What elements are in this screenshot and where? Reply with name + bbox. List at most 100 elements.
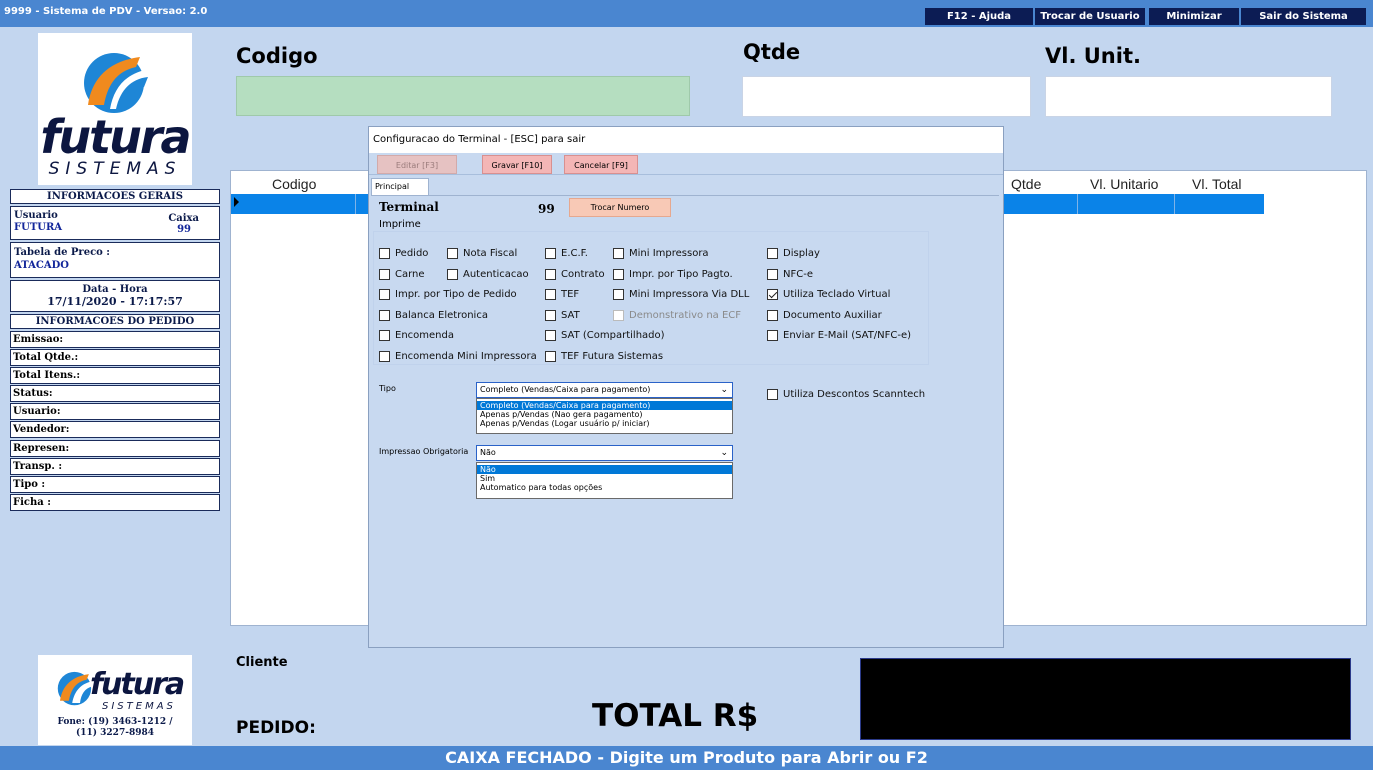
- tipo-option[interactable]: Apenas p/Vendas (Nao gera pagamento): [477, 410, 732, 419]
- impressao-option[interactable]: Automatico para todas opções: [477, 483, 732, 492]
- grid-header-vltotal: Vl. Total: [1192, 176, 1242, 192]
- checkbox-label: E.C.F.: [561, 248, 588, 259]
- checkbox-teclado-virtual[interactable]: Utiliza Teclado Virtual: [767, 289, 890, 300]
- checkbox-box[interactable]: [613, 248, 624, 259]
- cliente-label: Cliente: [236, 655, 288, 670]
- change-user-button[interactable]: Trocar de Usuario: [1035, 8, 1145, 25]
- checkbox-nfce[interactable]: NFC-e: [767, 269, 813, 280]
- checkbox-box[interactable]: [379, 330, 390, 341]
- checkbox-display[interactable]: Display: [767, 248, 820, 259]
- vlunit-input[interactable]: [1045, 76, 1332, 117]
- checkbox-sat-compartilhado[interactable]: SAT (Compartilhado): [545, 330, 665, 341]
- total-label: TOTAL R$: [592, 698, 759, 734]
- checkbox-box[interactable]: [613, 269, 624, 280]
- qtde-input[interactable]: [742, 76, 1031, 117]
- gravar-button[interactable]: Gravar [F10]: [482, 155, 552, 174]
- checkbox-impr-tipo-pagto[interactable]: Impr. por Tipo Pagto.: [613, 269, 733, 280]
- checkbox-carne[interactable]: Carne: [379, 269, 425, 280]
- minimize-button[interactable]: Minimizar: [1149, 8, 1239, 25]
- checkbox-autenticacao[interactable]: Autenticacao: [447, 269, 529, 280]
- checkbox-mini-impressora-dll[interactable]: Mini Impressora Via DLL: [613, 289, 749, 300]
- checkbox-balanca[interactable]: Balanca Eletronica: [379, 310, 488, 321]
- checkbox-mini-impressora[interactable]: Mini Impressora: [613, 248, 709, 259]
- checkbox-label: Utiliza Teclado Virtual: [783, 289, 891, 300]
- impressao-option[interactable]: Sim: [477, 474, 732, 483]
- checkbox-label: Demonstrativo na ECF: [629, 310, 742, 321]
- checkbox-box[interactable]: [447, 248, 458, 259]
- checkbox-encomenda-mini[interactable]: Encomenda Mini Impressora: [379, 351, 537, 362]
- checkbox-box[interactable]: [545, 289, 556, 300]
- checkbox-box[interactable]: [545, 330, 556, 341]
- checkbox-label: Encomenda: [395, 330, 454, 341]
- checkbox-box[interactable]: [379, 289, 390, 300]
- checkbox-box[interactable]: [767, 289, 778, 300]
- checkbox-box[interactable]: [545, 269, 556, 280]
- logo-tagline: SISTEMAS: [48, 159, 182, 179]
- left-panel: futura SISTEMAS INFORMACOES GERAIS Usuar…: [0, 27, 230, 745]
- checkbox-box[interactable]: [447, 269, 458, 280]
- order-field-status: Status:: [10, 385, 220, 402]
- codigo-label: Codigo: [236, 44, 318, 68]
- checkbox-box[interactable]: [545, 248, 556, 259]
- checkbox-box[interactable]: [767, 310, 778, 321]
- grid-header-qtde: Qtde: [1011, 176, 1042, 192]
- checkbox-box[interactable]: [379, 248, 390, 259]
- tipo-select[interactable]: Completo (Vendas/Caixa para pagamento) ⌄: [476, 382, 733, 398]
- checkbox-box[interactable]: [767, 389, 778, 400]
- checkbox-box[interactable]: [379, 310, 390, 321]
- checkbox-pedido[interactable]: Pedido: [379, 248, 428, 259]
- grid-column-divider: [355, 194, 356, 214]
- tab-principal[interactable]: Principal: [371, 178, 429, 196]
- help-button[interactable]: F12 - Ajuda: [925, 8, 1033, 25]
- exit-system-button[interactable]: Sair do Sistema: [1241, 8, 1366, 25]
- qtde-label: Qtde: [743, 40, 801, 64]
- checkbox-box[interactable]: [767, 330, 778, 341]
- cancelar-button[interactable]: Cancelar [F9]: [564, 155, 638, 174]
- checkbox-enviar-email[interactable]: Enviar E-Mail (SAT/NFC-e): [767, 330, 911, 341]
- editar-button[interactable]: Editar [F3]: [377, 155, 457, 174]
- checkbox-box[interactable]: [545, 351, 556, 362]
- checkbox-impr-tipo-pedido[interactable]: Impr. por Tipo de Pedido: [379, 289, 517, 300]
- checkbox-label: Pedido: [395, 248, 429, 259]
- tipo-dropdown-list[interactable]: Completo (Vendas/Caixa para pagamento) A…: [476, 398, 733, 434]
- impressao-select[interactable]: Não ⌄: [476, 445, 733, 461]
- checkbox-documento-auxiliar[interactable]: Documento Auxiliar: [767, 310, 882, 321]
- impressao-selected-value: Não: [480, 448, 496, 457]
- futura-logo: futura SISTEMAS: [38, 33, 192, 185]
- checkbox-tef[interactable]: TEF: [545, 289, 579, 300]
- checkbox-box[interactable]: [767, 248, 778, 259]
- checkbox-label: NFC-e: [783, 269, 813, 280]
- trocar-numero-button[interactable]: Trocar Numero: [569, 198, 671, 217]
- order-field-vendedor: Vendedor:: [10, 421, 220, 438]
- logo-wordmark: futura: [40, 110, 191, 164]
- usuario-label: Usuario: [14, 210, 58, 221]
- checkbox-box[interactable]: [545, 310, 556, 321]
- checkbox-encomenda[interactable]: Encomenda: [379, 330, 454, 341]
- tipo-selected-value: Completo (Vendas/Caixa para pagamento): [480, 385, 651, 394]
- tipo-option[interactable]: Apenas p/Vendas (Logar usuário p/ inicia…: [477, 419, 732, 428]
- checkbox-sat[interactable]: SAT: [545, 310, 580, 321]
- chevron-down-icon: ⌄: [720, 385, 728, 395]
- order-field-totalqtde: Total Qtde.:: [10, 349, 220, 366]
- futura-logo-icon: [84, 53, 150, 113]
- codigo-input[interactable]: [236, 76, 690, 116]
- checkbox-ecf[interactable]: E.C.F.: [545, 248, 588, 259]
- checkbox-label: Impr. por Tipo Pagto.: [629, 269, 733, 280]
- datahora-label: Data - Hora: [82, 284, 148, 295]
- checkbox-box[interactable]: [613, 289, 624, 300]
- checkbox-label: Contrato: [561, 269, 605, 280]
- checkbox-box[interactable]: [379, 269, 390, 280]
- impressao-dropdown-list[interactable]: Não Sim Automatico para todas opções: [476, 462, 733, 499]
- checkbox-tef-futura[interactable]: TEF Futura Sistemas: [545, 351, 663, 362]
- checkbox-label: Documento Auxiliar: [783, 310, 882, 321]
- impressao-option[interactable]: Não: [477, 465, 732, 474]
- checkbox-box[interactable]: [767, 269, 778, 280]
- caixa-value: 99: [177, 224, 191, 235]
- tipo-option[interactable]: Completo (Vendas/Caixa para pagamento): [477, 401, 732, 410]
- checkbox-box[interactable]: [379, 351, 390, 362]
- checkbox-demonstrativo-ecf: Demonstrativo na ECF: [613, 310, 741, 321]
- checkbox-descontos-scanntech[interactable]: Utiliza Descontos Scanntech: [767, 389, 925, 400]
- checkbox-contrato[interactable]: Contrato: [545, 269, 605, 280]
- order-info-header: INFORMACOES DO PEDIDO: [10, 314, 220, 329]
- checkbox-nota-fiscal[interactable]: Nota Fiscal: [447, 248, 517, 259]
